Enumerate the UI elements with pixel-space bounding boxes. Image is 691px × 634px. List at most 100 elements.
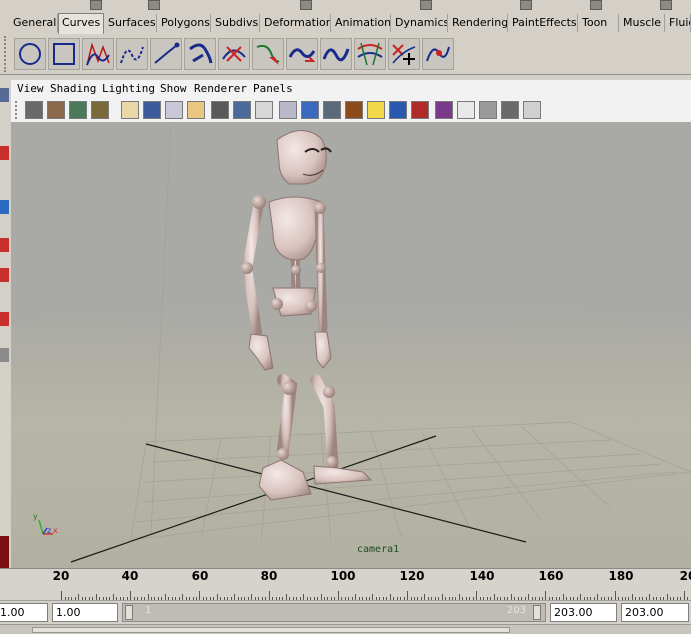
axis-y-label: y — [33, 512, 38, 521]
field-chart-icon[interactable] — [211, 101, 229, 119]
scale-tool-icon[interactable] — [0, 268, 9, 282]
xray-icon[interactable] — [411, 101, 429, 119]
select-tool-icon[interactable] — [0, 88, 9, 102]
grid-icon[interactable] — [121, 101, 139, 119]
tab-toon[interactable]: Toon — [579, 14, 619, 32]
menu-lighting[interactable]: Lighting — [102, 80, 155, 98]
camera-name-label: camera1 — [357, 544, 400, 555]
panel-layout-icon[interactable] — [479, 101, 497, 119]
bookmark-icon[interactable] — [69, 101, 87, 119]
menu-renderer[interactable]: Renderer — [194, 80, 247, 98]
curves-shelf — [0, 34, 691, 75]
shelf-grip[interactable] — [4, 36, 10, 72]
range-end-ghost: 203 — [507, 605, 527, 616]
tab-fluid[interactable]: Fluid — [666, 14, 691, 32]
attach-curve-icon — [256, 44, 280, 65]
time-tick-label: 40 — [121, 569, 139, 583]
cv-curve-button[interactable] — [82, 38, 114, 70]
axis-z-label: z — [47, 526, 52, 535]
rebuild-curve-button[interactable] — [286, 38, 318, 70]
tab-deformation[interactable]: Deformation — [261, 14, 331, 32]
shadows-icon[interactable] — [389, 101, 407, 119]
tab-dynamics[interactable]: Dynamics — [392, 14, 448, 32]
smooth-shade-icon[interactable] — [301, 101, 319, 119]
menu-panels[interactable]: Panels — [253, 80, 293, 98]
status-line-icon[interactable] — [660, 0, 672, 10]
move-tool-icon[interactable] — [0, 200, 9, 214]
insert-knot-button[interactable] — [388, 38, 420, 70]
start-time-field[interactable]: 1.00 — [0, 603, 48, 622]
arc-curve-icon — [189, 43, 213, 64]
time-tick-label: 20 — [679, 569, 691, 583]
arc-curve-button[interactable] — [184, 38, 216, 70]
ground-plane — [11, 305, 691, 568]
hypergraph-icon[interactable] — [501, 101, 519, 119]
tab-surfaces[interactable]: Surfaces — [105, 14, 157, 32]
status-line-icon[interactable] — [590, 0, 602, 10]
cut-curve-icon — [222, 46, 246, 62]
status-line-icon[interactable] — [148, 0, 160, 10]
camera-attributes-icon[interactable] — [47, 101, 65, 119]
status-field[interactable] — [32, 627, 510, 633]
texture-icon[interactable] — [345, 101, 363, 119]
image-plane-icon[interactable] — [91, 101, 109, 119]
time-tick-label: 80 — [260, 569, 278, 583]
range-end-handle[interactable] — [533, 605, 541, 620]
time-slider[interactable]: 20 40 60 80 100 120 140 160 180 20 — [0, 568, 691, 601]
panel-toolbar — [11, 98, 691, 123]
wireframe-icon[interactable] — [279, 101, 297, 119]
manipulator-icon[interactable] — [0, 312, 9, 326]
tab-subdivs[interactable]: Subdivs — [212, 14, 260, 32]
offset-curve-button[interactable] — [354, 38, 386, 70]
menu-shading[interactable]: Shading — [50, 80, 96, 98]
menu-show[interactable]: Show — [160, 80, 187, 98]
layout-shortcut-icon[interactable] — [0, 536, 9, 568]
tab-muscle[interactable]: Muscle — [620, 14, 665, 32]
lighting-icon[interactable] — [367, 101, 385, 119]
status-line-icon[interactable] — [90, 0, 102, 10]
lasso-tool-icon[interactable] — [0, 146, 9, 160]
hud-icon[interactable] — [457, 101, 475, 119]
tab-animation[interactable]: Animation — [332, 14, 391, 32]
isolate-select-icon[interactable] — [435, 101, 453, 119]
last-tool-icon[interactable] — [0, 348, 9, 362]
extend-curve-button[interactable] — [422, 38, 454, 70]
playback-end-field[interactable]: 203.00 — [550, 603, 617, 622]
toolbar-grip[interactable] — [15, 101, 21, 119]
pencil-curve-button[interactable] — [150, 38, 182, 70]
menu-view[interactable]: View — [17, 80, 44, 98]
status-line-icon[interactable] — [420, 0, 432, 10]
ep-curve-button[interactable] — [116, 38, 148, 70]
bounding-box-icon[interactable] — [323, 101, 341, 119]
camera-icon[interactable] — [25, 101, 43, 119]
cut-curve-button[interactable] — [218, 38, 250, 70]
tab-rendering[interactable]: Rendering — [449, 14, 508, 32]
end-time-field[interactable]: 203.00 — [621, 603, 689, 622]
playback-start-field[interactable]: 1.00 — [52, 603, 118, 622]
tab-curves[interactable]: Curves — [58, 13, 104, 34]
safe-title-icon[interactable] — [255, 101, 273, 119]
tab-painteffects[interactable]: PaintEffects — [509, 14, 578, 32]
status-line-icon[interactable] — [520, 0, 532, 10]
rotate-tool-icon[interactable] — [0, 238, 9, 252]
attach-curve-button[interactable] — [252, 38, 284, 70]
film-gate-icon[interactable] — [143, 101, 161, 119]
range-start-handle[interactable] — [125, 605, 133, 620]
perspective-viewport[interactable]: y z x camera1 — [11, 122, 691, 568]
extend-curve-icon — [426, 46, 450, 62]
gate-mask-icon[interactable] — [187, 101, 205, 119]
insert-knot-icon — [392, 44, 416, 65]
status-line-icon[interactable] — [300, 0, 312, 10]
circle-curve-button[interactable] — [14, 38, 46, 70]
range-bar[interactable]: 1 203 — [122, 603, 546, 622]
smooth-curve-button[interactable] — [320, 38, 352, 70]
square-curve-button[interactable] — [48, 38, 80, 70]
safe-action-icon[interactable] — [233, 101, 251, 119]
rebuild-curve-icon — [288, 48, 316, 62]
range-start-ghost: 1 — [145, 605, 152, 616]
outliner-icon[interactable] — [523, 101, 541, 119]
smooth-curve-icon — [322, 48, 350, 62]
tab-general[interactable]: General — [10, 14, 58, 32]
resolution-gate-icon[interactable] — [165, 101, 183, 119]
tab-polygons[interactable]: Polygons — [158, 14, 211, 32]
